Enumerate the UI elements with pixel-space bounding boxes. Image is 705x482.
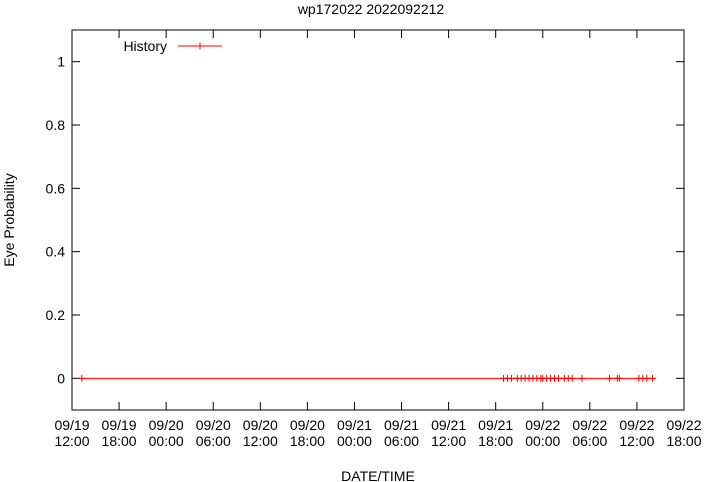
x-tick-label-time: 12:00: [243, 433, 278, 449]
y-tick-label: 0.4: [46, 244, 66, 260]
data-point: [578, 374, 586, 382]
data-point: [605, 374, 613, 382]
x-tick-label-date: 09/22: [619, 417, 654, 433]
x-tick-label-time: 06:00: [572, 433, 607, 449]
x-tick-label-time: 06:00: [196, 433, 231, 449]
series-layer: [78, 374, 657, 382]
x-tick-label-time: 12:00: [619, 433, 654, 449]
chart: wp172022 2022092212 0 0.2 0.4 0.6 0.8 1 09/19…: [1, 1, 702, 482]
legend-label: History: [123, 38, 167, 54]
x-axis-label: DATE/TIME: [341, 468, 415, 482]
x-tick-label-date: 09/20: [243, 417, 278, 433]
x-tick-label-date: 09/21: [478, 417, 513, 433]
x-tick-label-date: 09/20: [149, 417, 184, 433]
legend-marker: [196, 42, 204, 50]
x-tick-label-date: 09/20: [290, 417, 325, 433]
data-point: [568, 374, 576, 382]
x-tick-label-time: 18:00: [666, 433, 701, 449]
x-tick-label-date: 09/20: [196, 417, 231, 433]
y-axis-label: Eye Probability: [1, 173, 17, 266]
x-tick-label-date: 09/19: [102, 417, 137, 433]
y-tick-label: 1: [57, 54, 65, 70]
x-tick-label-time: 00:00: [525, 433, 560, 449]
x-tick-label-time: 00:00: [337, 433, 372, 449]
x-tick-label-time: 00:00: [149, 433, 184, 449]
x-tick-label-time: 12:00: [431, 433, 466, 449]
y-axis: 0 0.2 0.4 0.6 0.8 1: [46, 54, 684, 386]
x-tick-label-time: 18:00: [102, 433, 137, 449]
chart-title: wp172022 2022092212: [297, 1, 445, 17]
x-axis: 09/1912:0009/1918:0009/2000:0009/2006:00…: [54, 30, 702, 449]
x-tick-label-date: 09/22: [525, 417, 560, 433]
plot-frame: [71, 29, 685, 411]
x-tick-label-time: 18:00: [478, 433, 513, 449]
x-tick-label-time: 12:00: [54, 433, 89, 449]
y-tick-label: 0.2: [46, 307, 66, 323]
data-point: [78, 374, 86, 382]
legend: History: [123, 38, 222, 54]
x-tick-label-date: 09/21: [384, 417, 419, 433]
x-tick-label-date: 09/22: [666, 417, 701, 433]
y-tick-label: 0.6: [46, 180, 66, 196]
y-tick-label: 0: [57, 370, 65, 386]
x-tick-label-date: 09/22: [572, 417, 607, 433]
x-tick-label-date: 09/21: [431, 417, 466, 433]
x-tick-label-time: 18:00: [290, 433, 325, 449]
x-tick-label-time: 06:00: [384, 433, 419, 449]
data-point: [649, 374, 657, 382]
y-tick-label: 0.8: [46, 117, 66, 133]
x-tick-label-date: 09/19: [54, 417, 89, 433]
x-tick-label-date: 09/21: [337, 417, 372, 433]
